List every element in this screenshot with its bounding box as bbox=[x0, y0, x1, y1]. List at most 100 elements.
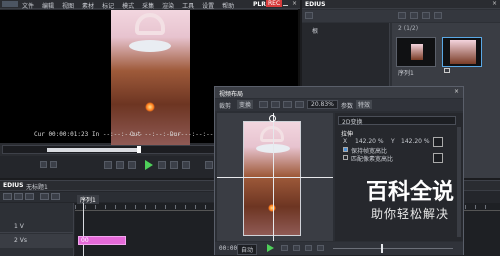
rotate-handle-icon[interactable] bbox=[269, 115, 276, 122]
loop-icon[interactable] bbox=[182, 161, 190, 169]
tab-transform[interactable]: 变换 bbox=[237, 100, 254, 109]
rewind-icon[interactable] bbox=[116, 161, 124, 169]
player-menu: 文件 编辑 视图 素材 标记 模式 采集 渲染 工具 设置 帮助 bbox=[22, 1, 242, 10]
ruler-tick bbox=[115, 205, 116, 209]
tab-crop[interactable]: 裁剪 bbox=[219, 101, 231, 110]
bin-toolbar bbox=[302, 10, 500, 22]
clip-thumbnail-sequence[interactable] bbox=[396, 37, 436, 67]
dialog-titlebar: 视频布局 × bbox=[215, 87, 463, 98]
track-row-2[interactable]: 2 Vs bbox=[0, 234, 74, 248]
timeline-clip[interactable]: 00 bbox=[78, 236, 126, 245]
track-label-1: 1 V bbox=[14, 223, 24, 230]
sequence-tab[interactable]: 序列1 bbox=[77, 195, 99, 204]
fit-icon-1[interactable] bbox=[433, 137, 443, 147]
dialog-title: 视频布局 bbox=[219, 91, 244, 98]
pixel-ratio-checkbox[interactable] bbox=[343, 155, 348, 160]
set-out-icon[interactable] bbox=[50, 161, 57, 168]
badge-plr[interactable]: PLR bbox=[253, 1, 266, 8]
bin-root-label[interactable]: 根 bbox=[312, 26, 318, 35]
view-mode-icon-1[interactable] bbox=[259, 101, 268, 108]
step-back-icon[interactable] bbox=[128, 161, 136, 169]
insert-icon[interactable] bbox=[205, 161, 213, 169]
menu-item-2[interactable]: 视图 bbox=[62, 3, 74, 10]
dialog-btn-3[interactable] bbox=[305, 245, 312, 251]
timeline-title: EDIUS bbox=[3, 182, 24, 189]
keep-ratio-checkbox[interactable] bbox=[343, 147, 348, 152]
bin-titlebar: EDIUS × bbox=[302, 0, 500, 9]
hands-heart-icon bbox=[135, 13, 165, 35]
dialog-close-icon[interactable]: × bbox=[454, 88, 459, 95]
x-label: X bbox=[343, 138, 348, 145]
timeline-track-header: 1 V 2 Vs bbox=[0, 203, 74, 256]
view-mode-icon-3[interactable] bbox=[283, 101, 292, 108]
dialog-timeline-track[interactable] bbox=[333, 248, 453, 249]
effects-tab[interactable]: 特效 bbox=[356, 100, 373, 109]
dialog-btn-1[interactable] bbox=[281, 245, 288, 251]
tl-open-icon[interactable] bbox=[14, 193, 23, 200]
menu-item-9[interactable]: 设置 bbox=[202, 3, 214, 10]
loop-dropdown[interactable]: 自动 bbox=[237, 244, 258, 255]
y-label: Y bbox=[391, 138, 395, 145]
menu-item-6[interactable]: 采集 bbox=[142, 3, 154, 10]
tl-new-icon[interactable] bbox=[3, 193, 12, 200]
section-select[interactable]: 2D变换 bbox=[338, 116, 456, 126]
dialog-btn-2[interactable] bbox=[293, 245, 300, 251]
watermark: 百科全说 助你轻松解决 bbox=[330, 180, 490, 230]
y-value[interactable]: 142.20 % bbox=[401, 138, 430, 145]
dialog-btn-4[interactable] bbox=[317, 245, 324, 251]
folder-icon[interactable] bbox=[305, 12, 313, 19]
bin-add-icon[interactable] bbox=[410, 12, 418, 19]
params-tab[interactable]: 参数 bbox=[341, 101, 353, 110]
playhead[interactable] bbox=[83, 203, 84, 256]
timeline-seq-name: 无标题1 bbox=[26, 184, 48, 191]
group-stretch[interactable]: 拉伸 bbox=[341, 129, 353, 138]
menu-item-7[interactable]: 渲染 bbox=[162, 3, 174, 10]
menu-item-3[interactable]: 素材 bbox=[82, 3, 94, 10]
set-in-icon[interactable] bbox=[40, 161, 47, 168]
zoom-select[interactable]: 20.83% bbox=[307, 100, 338, 109]
menu-item-1[interactable]: 编辑 bbox=[42, 3, 54, 10]
view-mode-icon-2[interactable] bbox=[271, 101, 280, 108]
canvas-frame bbox=[243, 121, 301, 236]
step-forward-icon[interactable] bbox=[158, 161, 166, 169]
ruler-tick bbox=[175, 205, 176, 209]
view-mode-icon-4[interactable] bbox=[295, 101, 304, 108]
bin-close-icon[interactable]: × bbox=[492, 0, 497, 7]
menu-item-0[interactable]: 文件 bbox=[22, 3, 34, 10]
clip-label: 序列1 bbox=[398, 70, 414, 77]
section-name: 2D变换 bbox=[342, 119, 363, 126]
canvas-crosshair-h bbox=[217, 177, 333, 178]
menu-item-4[interactable]: 标记 bbox=[102, 3, 114, 10]
ruler-tick bbox=[205, 205, 206, 209]
clip-thumbnail-photo[interactable] bbox=[442, 37, 482, 67]
track-row-1[interactable]: 1 V bbox=[0, 221, 74, 233]
tl-save-icon[interactable] bbox=[25, 193, 34, 200]
bin-delete-icon[interactable] bbox=[422, 12, 430, 19]
ruler-tick bbox=[155, 205, 156, 209]
ruler-tick bbox=[145, 205, 146, 209]
track-label-2: 2 Vs bbox=[14, 237, 27, 244]
ruler-tick bbox=[85, 205, 86, 209]
minimize-icon[interactable] bbox=[283, 2, 288, 6]
stop-icon[interactable] bbox=[104, 161, 112, 169]
play-icon[interactable] bbox=[145, 160, 153, 170]
tl-redo-icon[interactable] bbox=[51, 193, 60, 200]
fit-icon-2[interactable] bbox=[433, 153, 443, 163]
fast-forward-icon[interactable] bbox=[170, 161, 178, 169]
bin-props-icon[interactable] bbox=[434, 12, 442, 19]
scrub-handle[interactable] bbox=[137, 146, 141, 153]
hat-shape bbox=[129, 40, 171, 52]
bin-view-icon[interactable] bbox=[398, 12, 406, 19]
light-flare-icon bbox=[145, 102, 155, 112]
x-value[interactable]: 142.20 % bbox=[355, 138, 384, 145]
menu-item-5[interactable]: 模式 bbox=[122, 3, 134, 10]
badge-rec[interactable]: REC bbox=[266, 0, 283, 7]
menu-item-8[interactable]: 工具 bbox=[182, 3, 194, 10]
dialog-play-icon[interactable] bbox=[267, 244, 274, 252]
watermark-title: 百科全说 bbox=[365, 180, 454, 205]
tl-undo-icon[interactable] bbox=[40, 193, 49, 200]
menu-item-10[interactable]: 帮助 bbox=[222, 3, 234, 10]
close-icon[interactable]: × bbox=[292, 0, 297, 7]
dialog-playhead[interactable] bbox=[381, 244, 383, 253]
layout-canvas[interactable] bbox=[217, 113, 333, 241]
